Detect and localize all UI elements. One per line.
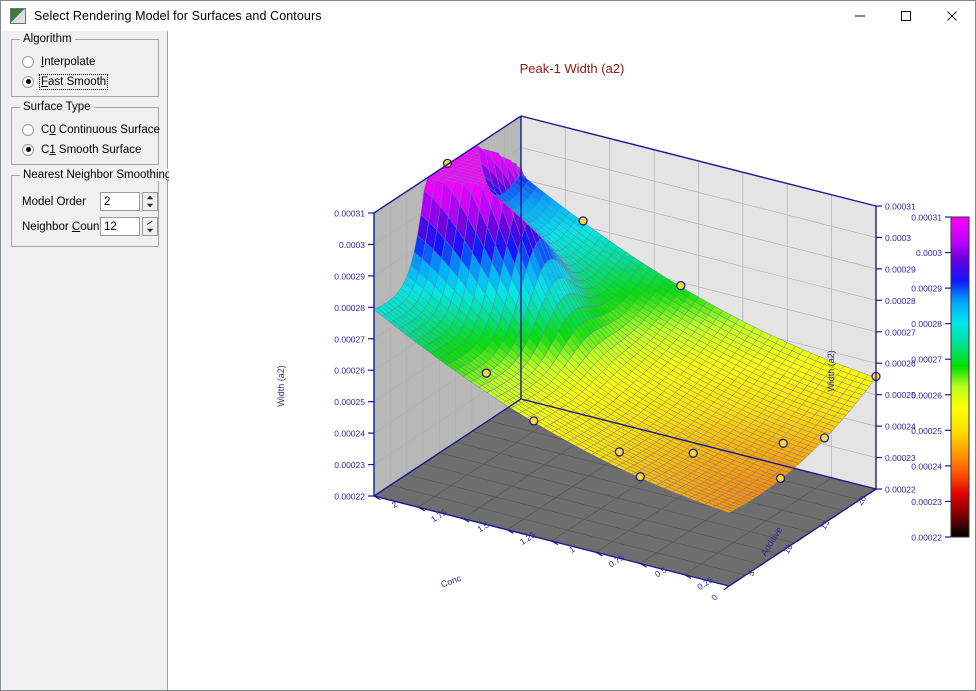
model-order-stepper[interactable]: 2 — [100, 192, 158, 211]
radio-fast-smooth-label: Fast Smooth — [38, 73, 109, 90]
z-tick-label-left: 0.00022 — [334, 492, 365, 502]
data-point-marker[interactable] — [819, 433, 830, 443]
colorbar-tick-label: 0.0003 — [916, 248, 942, 258]
maximize-button[interactable] — [883, 1, 929, 31]
neighbor-count-spin-up[interactable] — [143, 218, 157, 227]
neighbor-count-spin-down[interactable] — [143, 227, 157, 236]
x-axis-title: Conc — [439, 573, 463, 590]
neighbor-count-label: Neighbor Count — [22, 220, 103, 233]
z-tick-label-left: 0.00031 — [334, 209, 365, 219]
chevron-down-icon — [146, 229, 154, 233]
radio-fast-smooth[interactable]: Fast Smooth — [22, 73, 109, 90]
model-order-spin-down[interactable] — [143, 202, 157, 211]
options-panel: Algorithm Interpolate Fast Smooth Surfac… — [2, 31, 175, 690]
chevron-down-icon — [146, 204, 154, 208]
neighbor-count-spin-buttons[interactable] — [142, 217, 158, 236]
rendering-model-dialog: Select Rendering Model for Surfaces and … — [0, 0, 976, 691]
colorbar: 0.00031 0.0003 0.00029 0.00028 0.00027 0.0002… — [911, 213, 970, 543]
z-tick-label-left: 0.0003 — [339, 240, 365, 250]
colorbar-tick-label: 0.00022 — [911, 533, 942, 543]
model-order-row: Model Order 2 — [22, 192, 158, 211]
maximize-icon — [901, 11, 911, 21]
z-tick-label-left: 0.00029 — [334, 271, 365, 281]
neighbor-count-row: Neighbor Count 12 — [22, 217, 158, 236]
neighbor-count-input[interactable]: 12 — [100, 217, 140, 236]
nearest-neighbor-smoothing-group: Nearest Neighbor Smoothing Model Order 2 — [11, 169, 175, 247]
z-axis-title-left: Width (a2) — [276, 365, 286, 407]
radio-interpolate-label: Interpolate — [41, 55, 96, 68]
radio-c1-smooth-surface[interactable]: C1 Smooth Surface — [22, 142, 141, 157]
algorithm-group: Algorithm Interpolate Fast Smooth — [11, 33, 159, 97]
close-button[interactable] — [929, 1, 975, 31]
radio-c1-indicator — [22, 143, 34, 156]
neighbor-count-stepper[interactable]: 12 — [100, 217, 158, 236]
radio-interpolate-indicator — [22, 55, 34, 68]
colorbar-tick-label: 0.00025 — [911, 426, 942, 436]
smoothing-group-legend: Nearest Neighbor Smoothing — [20, 169, 175, 181]
z-tick-label-left: 0.00026 — [334, 366, 365, 376]
z-tick-label-left: 0.00028 — [334, 303, 365, 313]
radio-c1-label: C1 Smooth Surface — [41, 143, 142, 156]
colorbar-tick-label: 0.00024 — [911, 461, 942, 471]
colorbar-tick-label: 0.00027 — [911, 355, 942, 365]
data-point-marker[interactable] — [775, 473, 786, 484]
radio-c0-indicator — [22, 123, 34, 136]
window-title: Select Rendering Model for Surfaces and … — [34, 9, 322, 23]
algorithm-group-legend: Algorithm — [20, 33, 75, 45]
chevron-up-icon — [146, 195, 154, 199]
z-tick-label-right: 0.0003 — [885, 233, 911, 243]
radio-fast-smooth-indicator — [22, 75, 34, 88]
x-tick-label: 0 — [709, 593, 720, 603]
surface-type-group-legend: Surface Type — [20, 101, 94, 113]
data-point-marker[interactable] — [614, 447, 625, 457]
z-tick-label-right: 0.00031 — [885, 202, 916, 212]
colorbar-tick-label: 0.00023 — [911, 497, 942, 507]
z-tick-label-right: 0.00022 — [885, 485, 916, 495]
data-point-marker[interactable] — [635, 472, 645, 482]
model-order-input[interactable]: 2 — [100, 192, 140, 211]
colorbar-tick-label: 0.00031 — [911, 213, 942, 223]
colorbar-gradient-bar — [950, 216, 970, 538]
z-tick-label-left: 0.00023 — [334, 460, 365, 470]
colorbar-tick-label: 0.00026 — [911, 390, 942, 400]
colorbar-tick-label: 0.00029 — [911, 284, 942, 294]
data-point-marker[interactable] — [578, 216, 588, 226]
minimize-button[interactable] — [837, 1, 883, 31]
model-order-label: Model Order — [22, 195, 86, 208]
chevron-up-icon — [146, 220, 153, 225]
title-bar: Select Rendering Model for Surfaces and … — [1, 1, 975, 31]
z-tick-label-left: 0.00024 — [334, 429, 365, 439]
model-order-spin-buttons[interactable] — [142, 192, 158, 211]
data-point-marker[interactable] — [676, 280, 686, 291]
z-tick-label-left: 0.00027 — [334, 334, 365, 344]
z-tick-label-right: 0.00028 — [885, 296, 916, 306]
surface-type-group: Surface Type C0 Continuous Surface C1 Sm… — [11, 101, 160, 165]
data-point-marker[interactable] — [778, 438, 788, 448]
plot-area: Peak-1 Width (a2) 0.00031 0.00031 0.0003 0.… — [169, 31, 975, 690]
radio-c0-continuous-surface[interactable]: C0 Continuous Surface — [22, 122, 160, 137]
z-tick-label-right: 0.00029 — [885, 264, 916, 274]
z-axis-title-right: Width (a2) — [826, 350, 836, 392]
application-icon — [10, 8, 26, 24]
close-icon — [947, 11, 957, 21]
colorbar-tick-label: 0.00028 — [911, 319, 942, 329]
minimize-icon — [855, 15, 865, 17]
x-tick — [723, 585, 730, 591]
data-point-marker[interactable] — [529, 416, 539, 426]
model-order-spin-up[interactable] — [143, 193, 157, 202]
radio-c0-label: C0 Continuous Surface — [41, 123, 160, 136]
radio-interpolate[interactable]: Interpolate — [22, 54, 95, 69]
data-point-marker[interactable] — [481, 368, 491, 378]
surface-plot[interactable]: 0.000310.000310.00030.00030.000290.00029… — [169, 31, 975, 690]
z-tick-label-left: 0.00025 — [334, 397, 365, 407]
data-point-marker[interactable] — [688, 448, 698, 458]
